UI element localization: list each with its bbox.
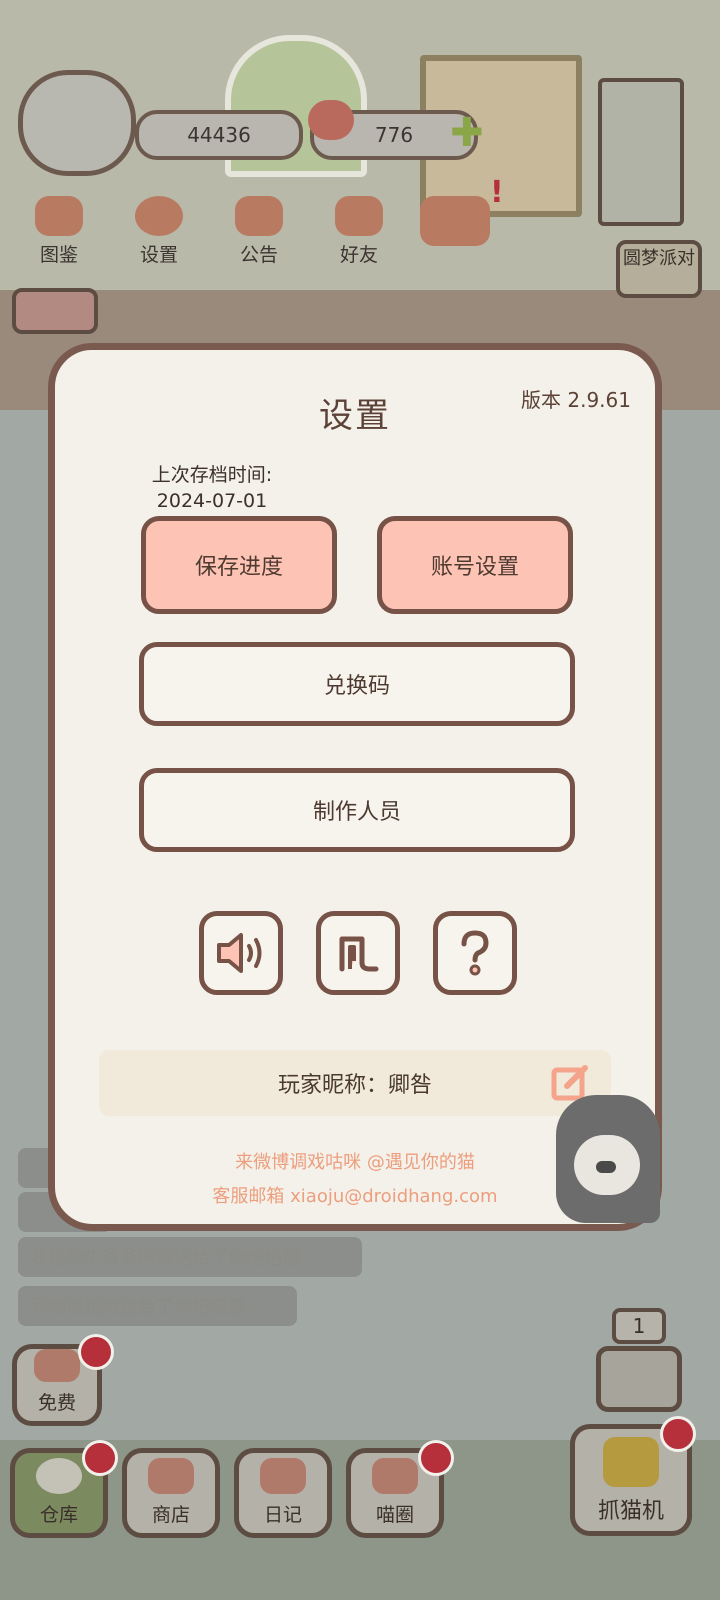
nav-shop[interactable]: 商店 [122,1448,220,1538]
notification-dot [418,1440,454,1476]
settings-dialog: 设置 版本 2.9.61 上次存档时间: 2024-07-01 11:47 保存… [48,343,662,1231]
nav-settings[interactable]: 设置 [124,196,194,267]
nav-settings-label: 设置 [139,244,178,266]
shop-icon [148,1458,194,1494]
help-button[interactable] [433,911,517,995]
cat-photo [556,1095,660,1223]
nav-friends[interactable]: 好友 [324,196,394,267]
gift-icon [235,196,283,236]
account-settings-button[interactable]: 账号设置 [377,516,573,614]
alert-icon: ! [490,175,504,210]
cat-planet-icon [372,1458,418,1494]
heart-value: 776 [374,123,414,147]
nav-announcement-label: 公告 [239,244,278,266]
nav-cat-circle-label: 喵圈 [375,1504,414,1526]
credits-label: 制作人员 [312,800,401,825]
heart-gift-icon [34,1349,80,1382]
nav-shop-label: 商店 [151,1504,190,1526]
event-party-button[interactable]: 圆梦派对 [616,240,702,298]
music-toggle-button[interactable] [316,911,400,995]
nav-warehouse-label: 仓库 [39,1504,78,1526]
notification-dot [660,1416,696,1452]
friends-icon [335,196,383,236]
claw-machine-label: 抓猫机 [597,1499,664,1524]
chat-text: 我是你牛爷爷啊赠送给了你粑粑糖 [30,1248,300,1269]
chat-text: 莉娜德拉赠送给了你粑粑糖 [30,1297,246,1318]
coin-value: 44436 [187,123,251,147]
gear-icon [135,196,183,236]
help-icon [461,930,489,976]
coin-counter[interactable]: 44436 [135,110,303,160]
event-party-label: 圆梦派对 [623,248,695,269]
claw-icon [603,1437,659,1487]
nav-friends-label: 好友 [339,244,378,266]
warehouse-icon [36,1458,82,1494]
save-progress-label: 保存进度 [194,555,283,580]
nav-diary[interactable]: 日记 [234,1448,332,1538]
calendar-icon[interactable] [12,288,98,334]
nav-diary-label: 日记 [263,1504,302,1526]
redeem-code-button[interactable]: 兑换码 [139,642,575,726]
machine-count-value: 1 [632,1314,646,1338]
account-settings-label: 账号设置 [430,555,519,580]
diary-icon [260,1458,306,1494]
chat-line: 莉娜德拉赠送给了你粑粑糖 [18,1286,297,1326]
free-gift-label: 免费 [37,1392,76,1414]
notification-dot [78,1334,114,1370]
sound-toggle-button[interactable] [199,911,283,995]
machine-counter: 1 [612,1308,666,1344]
music-icon [339,936,379,972]
redeem-code-label: 兑换码 [323,674,390,699]
nickname-label: 玩家昵称：卿咎 [277,1073,432,1098]
player-avatar[interactable] [18,70,136,176]
nav-announcement[interactable]: 公告 [224,196,294,267]
broken-heart-icon[interactable] [420,196,490,246]
nav-collection[interactable]: 图鉴 [24,196,94,267]
cat-book-icon [35,196,83,236]
save-progress-button[interactable]: 保存进度 [141,516,337,614]
elevator-icon[interactable] [596,1346,682,1412]
last-save-label: 上次存档时间: [151,464,273,486]
credits-button[interactable]: 制作人员 [139,768,575,852]
wall-scroll-painting [598,78,684,226]
chat-line: 我是你牛爷爷啊赠送给了你粑粑糖 [18,1237,362,1277]
cat-nose [596,1161,616,1173]
sound-icon [217,933,262,973]
heart-icon [308,100,354,140]
add-hearts-icon[interactable]: ✚ [450,113,484,153]
notification-dot [82,1440,118,1476]
nav-collection-label: 图鉴 [39,244,78,266]
nickname-bar[interactable]: 玩家昵称：卿咎 [99,1050,611,1116]
version-label: 版本 2.9.61 [521,388,631,412]
